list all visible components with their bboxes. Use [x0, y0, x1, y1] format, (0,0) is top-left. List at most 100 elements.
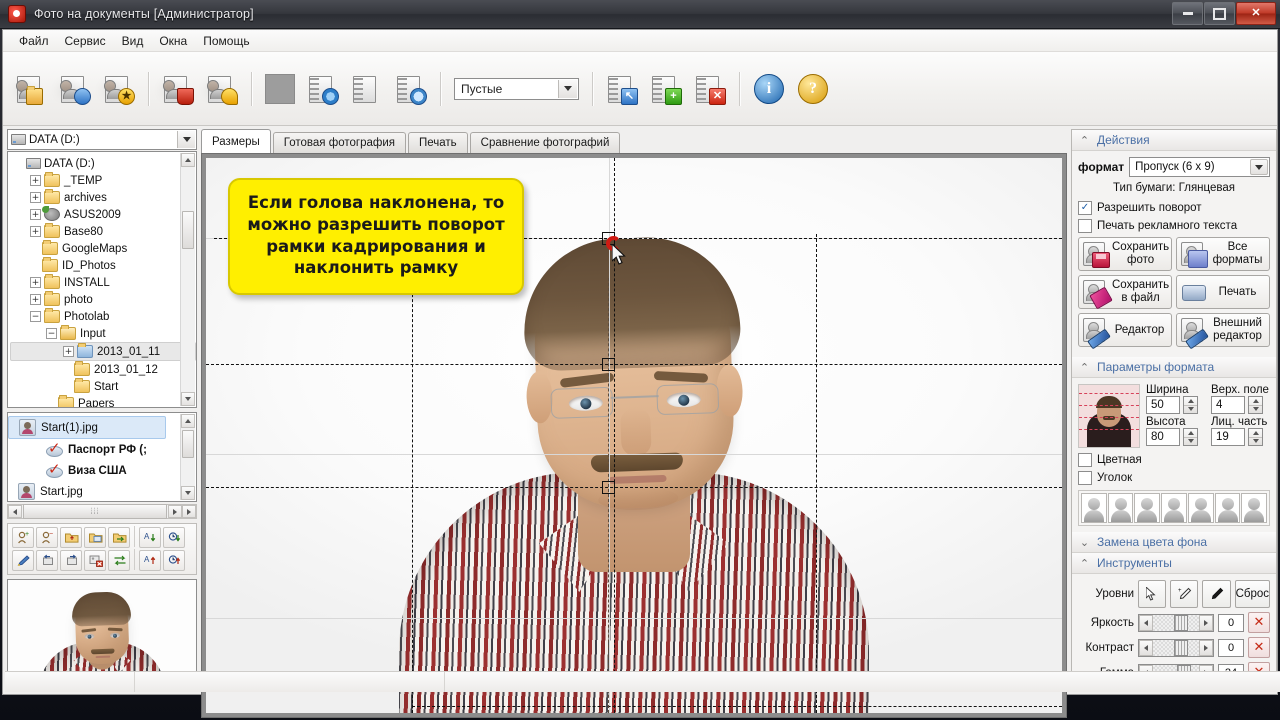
tab-ready-photo[interactable]: Готовая фотография	[272, 132, 406, 153]
hscroll-thumb[interactable]: ⦙⦙⦙	[23, 504, 167, 519]
tree-expander-icon[interactable]: +	[63, 346, 74, 357]
menu-windows[interactable]: Окна	[151, 32, 195, 50]
top-margin-value[interactable]: 4	[1211, 396, 1245, 414]
swap-button[interactable]	[108, 550, 130, 571]
sort-az-asc-button[interactable]: A	[139, 527, 161, 548]
tree-expander-icon[interactable]: +	[30, 226, 41, 237]
levels-pointer-button[interactable]	[1138, 580, 1167, 608]
crop-line-chin[interactable]	[206, 487, 1062, 488]
tree-item[interactable]: + INSTALL	[10, 274, 196, 291]
menu-help[interactable]: Помощь	[195, 32, 257, 50]
add-person-button[interactable]: +	[12, 527, 34, 548]
chevron-down-icon[interactable]	[177, 131, 195, 148]
info-button[interactable]: i	[749, 69, 789, 109]
width-spinner[interactable]: 50	[1146, 396, 1205, 414]
contrast-value[interactable]: 0	[1218, 638, 1244, 657]
slider-left-button[interactable]	[1139, 614, 1153, 631]
file-list-item[interactable]: Start.jpg	[8, 481, 196, 501]
crop-line-left[interactable]	[412, 234, 413, 713]
tree-item[interactable]: Start	[10, 378, 196, 395]
rotate-left-button[interactable]	[36, 550, 58, 571]
menu-service[interactable]: Сервис	[57, 32, 114, 50]
file-list-item[interactable]: ✓ Паспорт РФ (;	[8, 439, 196, 460]
slider-right-button[interactable]	[1199, 639, 1213, 656]
folder-window-button[interactable]	[84, 527, 106, 548]
tree-expander-icon[interactable]: +	[30, 209, 41, 220]
tree-item[interactable]: +2013_01_11	[10, 342, 196, 361]
print-ad-text-checkbox[interactable]: Печать рекламного текста	[1078, 219, 1270, 233]
face-part-spinner[interactable]: 19	[1211, 428, 1270, 446]
top-margin-stepper[interactable]	[1248, 396, 1263, 414]
sort-date-asc-button[interactable]	[163, 527, 185, 548]
contrast-clear-button[interactable]: ✕	[1248, 637, 1270, 658]
scroll-thumb[interactable]	[182, 211, 194, 249]
width-stepper[interactable]	[1183, 396, 1198, 414]
tree-item[interactable]: + Base80	[10, 223, 196, 240]
tab-compare-photos[interactable]: Сравнение фотографий	[469, 132, 621, 153]
file-horizontal-scrollbar[interactable]: ⦙⦙⦙	[7, 504, 197, 519]
tree-item[interactable]: + archives	[10, 189, 196, 206]
chevron-down-icon[interactable]	[1250, 159, 1268, 175]
new-photo-button[interactable]: ★	[99, 69, 139, 109]
drive-selector[interactable]: DATA (D:)	[7, 129, 197, 150]
sort-az-desc-button[interactable]: A	[139, 550, 161, 571]
format-params-group-header[interactable]: ⌃ Параметры формата	[1072, 357, 1276, 378]
save-to-file-button[interactable]: Сохранить в файл	[1078, 275, 1172, 310]
crop-line-bottom[interactable]	[412, 706, 1062, 707]
face-part-value[interactable]: 19	[1211, 428, 1245, 446]
tree-expander-icon[interactable]: +	[30, 277, 41, 288]
tree-expander-icon[interactable]: +	[30, 294, 41, 305]
template-combo[interactable]: Пустые	[454, 77, 579, 100]
tree-item[interactable]: − Input	[10, 325, 196, 342]
file-list[interactable]: Start(1).jpg ✓ Паспорт РФ (; ✓ Виза США Start…	[7, 412, 197, 502]
pose-thumbnail[interactable]	[1161, 493, 1187, 523]
pose-thumbnail[interactable]	[1214, 493, 1241, 523]
chevron-down-icon[interactable]	[558, 79, 577, 98]
pose-thumbnail[interactable]	[1081, 493, 1107, 523]
tree-item[interactable]: − Photolab	[10, 308, 196, 325]
save-photo-button[interactable]	[55, 69, 95, 109]
format-select[interactable]: Пропуск (6 x 9)	[1129, 157, 1270, 177]
scroll-down-button[interactable]	[181, 392, 195, 406]
allow-rotation-checkbox[interactable]: ✓ Разрешить поворот	[1078, 201, 1270, 215]
tree-vertical-scrollbar[interactable]	[180, 153, 195, 406]
file-vertical-scrollbar[interactable]	[180, 414, 195, 500]
all-formats-button[interactable]: Все форматы	[1176, 237, 1270, 271]
select-template-button[interactable]: ↖	[602, 69, 642, 109]
print-button[interactable]: Печать	[1176, 275, 1270, 309]
tree-expander-icon[interactable]: −	[46, 328, 57, 339]
tree-item[interactable]: ID_Photos	[10, 257, 196, 274]
pose-thumbnail[interactable]	[1241, 493, 1268, 523]
face-part-stepper[interactable]	[1248, 428, 1263, 446]
scroll-thumb[interactable]	[182, 430, 194, 458]
help-button[interactable]: ?	[793, 69, 833, 109]
tree-item[interactable]: GoogleMaps	[10, 240, 196, 257]
crop-line-eyes[interactable]	[206, 364, 1062, 365]
rotate-right-button[interactable]	[60, 550, 82, 571]
levels-white-picker-button[interactable]: +	[1170, 580, 1199, 608]
tree-expander-icon[interactable]: +	[30, 175, 41, 186]
hscroll-end-button[interactable]	[182, 505, 196, 518]
export-folder-button[interactable]	[108, 527, 130, 548]
minimize-button[interactable]	[1172, 2, 1203, 25]
tree-item[interactable]: + ASUS2009	[10, 206, 196, 223]
find-photo-button[interactable]	[202, 69, 242, 109]
tools-group-header[interactable]: ⌃ Инструменты	[1072, 553, 1276, 574]
height-spinner[interactable]: 80	[1146, 428, 1205, 446]
close-button[interactable]: ✕	[1236, 2, 1276, 25]
menu-view[interactable]: Вид	[114, 32, 152, 50]
width-value[interactable]: 50	[1146, 396, 1180, 414]
contrast-slider[interactable]	[1138, 638, 1214, 657]
brightness-clear-button[interactable]: ✕	[1248, 612, 1270, 633]
crop-handle-eyes[interactable]	[602, 358, 615, 371]
slider-track[interactable]	[1153, 614, 1199, 631]
brightness-slider[interactable]	[1138, 613, 1214, 632]
history-button[interactable]	[391, 69, 431, 109]
top-margin-spinner[interactable]: 4	[1211, 396, 1270, 414]
crop-handle-chin[interactable]	[602, 481, 615, 494]
tree-expander-icon[interactable]: +	[30, 192, 41, 203]
height-value[interactable]: 80	[1146, 428, 1180, 446]
open-folder-button[interactable]	[60, 527, 82, 548]
scroll-up-button[interactable]	[181, 153, 195, 167]
slider-track[interactable]	[1153, 639, 1199, 656]
